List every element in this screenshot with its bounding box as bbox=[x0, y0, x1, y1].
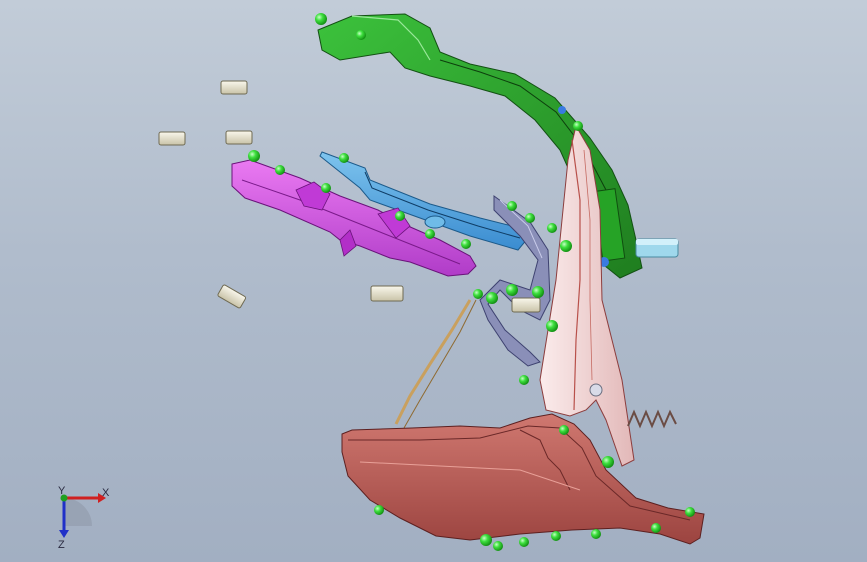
reference-point bbox=[480, 534, 492, 546]
reference-point bbox=[425, 229, 435, 239]
spacer-bushing[interactable] bbox=[158, 80, 541, 313]
reference-point bbox=[591, 529, 601, 539]
reference-point bbox=[473, 289, 483, 299]
reference-point bbox=[395, 211, 405, 221]
reference-point bbox=[551, 531, 561, 541]
reference-point bbox=[560, 240, 572, 252]
reference-point bbox=[506, 284, 518, 296]
reference-point bbox=[532, 286, 544, 298]
reference-point bbox=[546, 320, 558, 332]
triad-y-label: Y bbox=[58, 485, 66, 497]
reference-point bbox=[559, 425, 569, 435]
reference-point bbox=[558, 106, 566, 114]
reference-point bbox=[519, 375, 529, 385]
reference-point bbox=[573, 121, 583, 131]
reference-point bbox=[507, 201, 517, 211]
reference-point bbox=[547, 223, 557, 233]
triad-z-label: Z bbox=[58, 539, 65, 550]
reference-point bbox=[321, 183, 331, 193]
brown-base-plate[interactable] bbox=[341, 413, 705, 545]
reference-point bbox=[275, 165, 285, 175]
reference-point bbox=[602, 456, 614, 468]
reference-point bbox=[374, 505, 384, 515]
reference-point bbox=[651, 523, 661, 533]
reference-point bbox=[519, 537, 529, 547]
reference-point bbox=[685, 507, 695, 517]
reference-point bbox=[315, 13, 327, 25]
reference-point bbox=[493, 541, 503, 551]
tan-wire[interactable] bbox=[394, 299, 477, 429]
reference-point bbox=[525, 213, 535, 223]
3d-model-viewport[interactable] bbox=[0, 0, 867, 562]
triad-x-label: X bbox=[102, 487, 110, 499]
orientation-triad[interactable]: X Y Z bbox=[40, 480, 120, 550]
reference-point bbox=[461, 239, 471, 249]
reference-point bbox=[486, 292, 498, 304]
spring[interactable] bbox=[627, 409, 677, 429]
reference-point bbox=[339, 153, 349, 163]
reference-point bbox=[356, 30, 366, 40]
reference-point bbox=[248, 150, 260, 162]
